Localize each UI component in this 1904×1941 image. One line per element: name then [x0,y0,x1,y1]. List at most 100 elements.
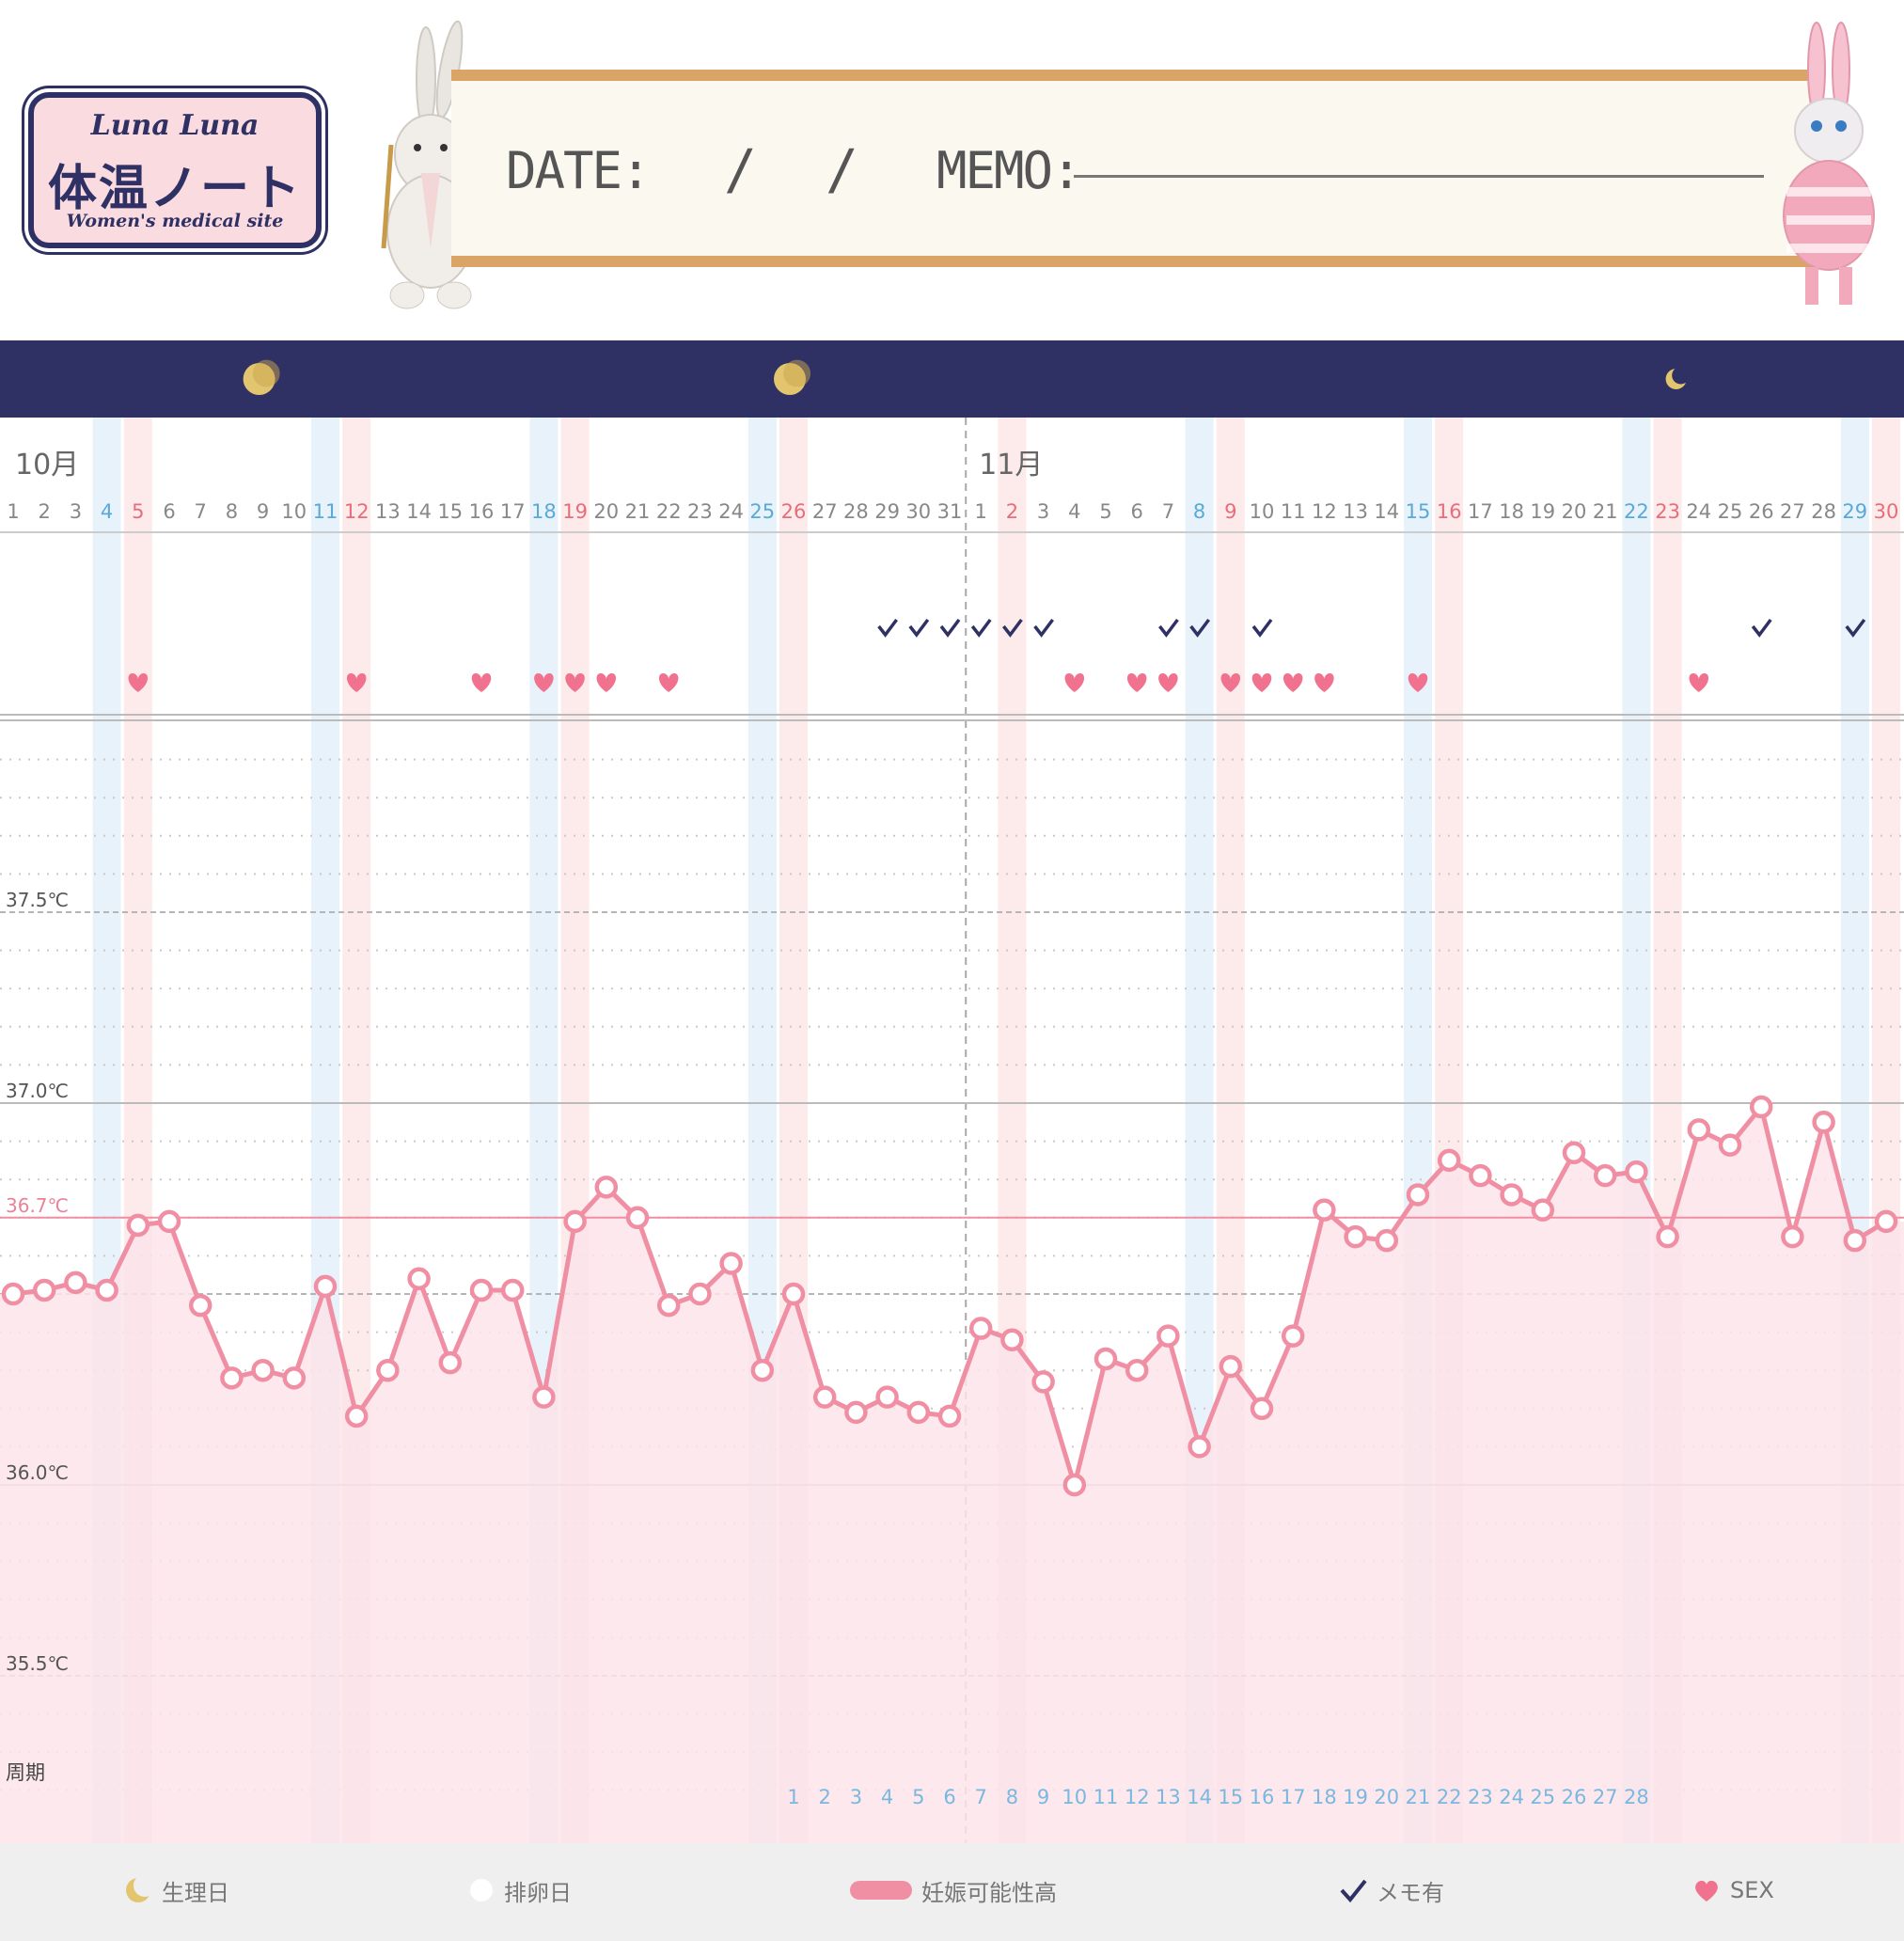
day-label: 3 [70,500,82,523]
sex-heart-mark [596,673,617,692]
temperature-point [625,1206,650,1230]
day-label: 1 [975,500,987,523]
heart-icon [1695,1880,1718,1902]
temperature-point [1437,1148,1461,1173]
day-label: 27 [1780,500,1805,523]
cycle-day-label: 21 [1406,1786,1431,1808]
day-label: 30 [905,500,931,523]
memo-check-mark [877,618,898,638]
y-tick-label: 35.5℃ [6,1652,69,1675]
legend-ovulation: 排卵日 [468,1871,572,1909]
day-label: 28 [1811,500,1836,523]
moon-mark-shade [783,359,811,387]
day-label: 14 [406,500,432,523]
header: Luna Luna 体温ノート Women's medical site DAT… [0,0,1904,340]
date-separator-1: / [724,137,757,201]
day-label: 13 [1343,500,1368,523]
day-label: 22 [1624,500,1649,523]
day-label: 23 [1655,500,1680,523]
temperature-point [812,1385,837,1409]
cycle-day-label: 24 [1499,1786,1524,1808]
day-label: 31 [937,500,963,523]
temperature-point [1562,1141,1586,1165]
temperature-point [157,1209,181,1234]
cycle-day-label: 3 [850,1786,862,1808]
legend-label: 排卵日 [504,1879,572,1906]
y-tick-label: 37.0℃ [6,1080,69,1102]
cycle-day-label: 19 [1343,1786,1368,1808]
temperature-point [1687,1118,1711,1142]
temperature-point [126,1213,150,1238]
day-label: 27 [812,500,838,523]
cycle-day-label: 9 [1037,1786,1049,1808]
check-icon [1340,1879,1367,1903]
temperature-point [968,1317,993,1340]
cycle-day-label: 26 [1562,1786,1587,1808]
moon-bar-svg [243,359,1690,395]
legend-label: メモ有 [1377,1879,1444,1906]
temperature-point [469,1278,494,1302]
day-label: 11 [1281,500,1306,523]
day-label: 30 [1874,500,1899,523]
temperature-point [656,1293,681,1318]
day-label: 16 [469,500,495,523]
temperature-point [1375,1228,1399,1253]
logo-subtitle: Women's medical site [66,211,284,231]
legend-fertile: 妊娠可能性高 [850,1871,1057,1909]
temperature-point [906,1400,931,1425]
cycle-day-label: 18 [1312,1786,1337,1808]
date-label: DATE: [506,141,652,200]
day-label: 11 [313,500,338,523]
day-label: 21 [1593,500,1618,523]
cycle-day-label: 20 [1374,1786,1399,1808]
temperature-point [1718,1133,1742,1157]
temperature-point [251,1358,275,1382]
sex-heart-mark [1126,673,1147,692]
memo-check-mark [908,618,930,638]
cycle-day-label: 4 [881,1786,893,1808]
day-label: 8 [226,500,238,523]
day-label: 22 [656,500,682,523]
day-label: 7 [1162,500,1174,523]
white-circle-icon [470,1879,493,1902]
temperature-point [563,1209,587,1234]
temperature-point [1625,1160,1648,1184]
day-label: 10 [1250,500,1275,523]
day-label: 19 [1530,500,1555,523]
temperature-point [1781,1224,1804,1249]
day-label: 21 [625,500,651,523]
day-label: 9 [1224,500,1236,523]
temperature-point [188,1293,212,1318]
cycle-day-label: 1 [787,1786,799,1808]
day-label: 18 [531,500,557,523]
memo-board: DATE: / / MEMO: [451,70,1824,267]
day-label: 2 [39,500,51,523]
legend: 生理日 排卵日 妊娠可能性高 メモ有 SEX [0,1843,1904,1941]
cycle-day-label: 2 [819,1786,831,1808]
memo-check-mark [1751,618,1772,638]
y-tick-label: 36.7℃ [6,1194,69,1217]
logo-title: 体温ノート [47,161,302,217]
temperature-point [1219,1354,1243,1379]
sex-heart-mark [1689,673,1709,692]
day-label: 1 [7,500,19,523]
logo-brand: Luna Luna [90,109,260,142]
day-label: 14 [1374,500,1399,523]
temperature-point [95,1278,118,1302]
day-label: 25 [1718,500,1743,523]
temperature-point [719,1252,743,1275]
temperature-point [1593,1163,1617,1188]
legend-memo: メモ有 [1339,1871,1444,1909]
month-label: 10月 [15,449,79,481]
moon-bar [0,340,1904,418]
legend-sex: SEX [1692,1871,1774,1909]
temperature-point [1843,1228,1867,1253]
cycle-day-label: 11 [1094,1786,1119,1808]
temperature-point [688,1282,712,1306]
memo-check-mark [939,618,961,638]
legend-period: 生理日 [124,1871,229,1909]
cycle-day-label: 12 [1125,1786,1150,1808]
temperature-point [844,1400,868,1425]
day-label: 7 [195,500,207,523]
cycle-day-label: 22 [1437,1786,1462,1808]
